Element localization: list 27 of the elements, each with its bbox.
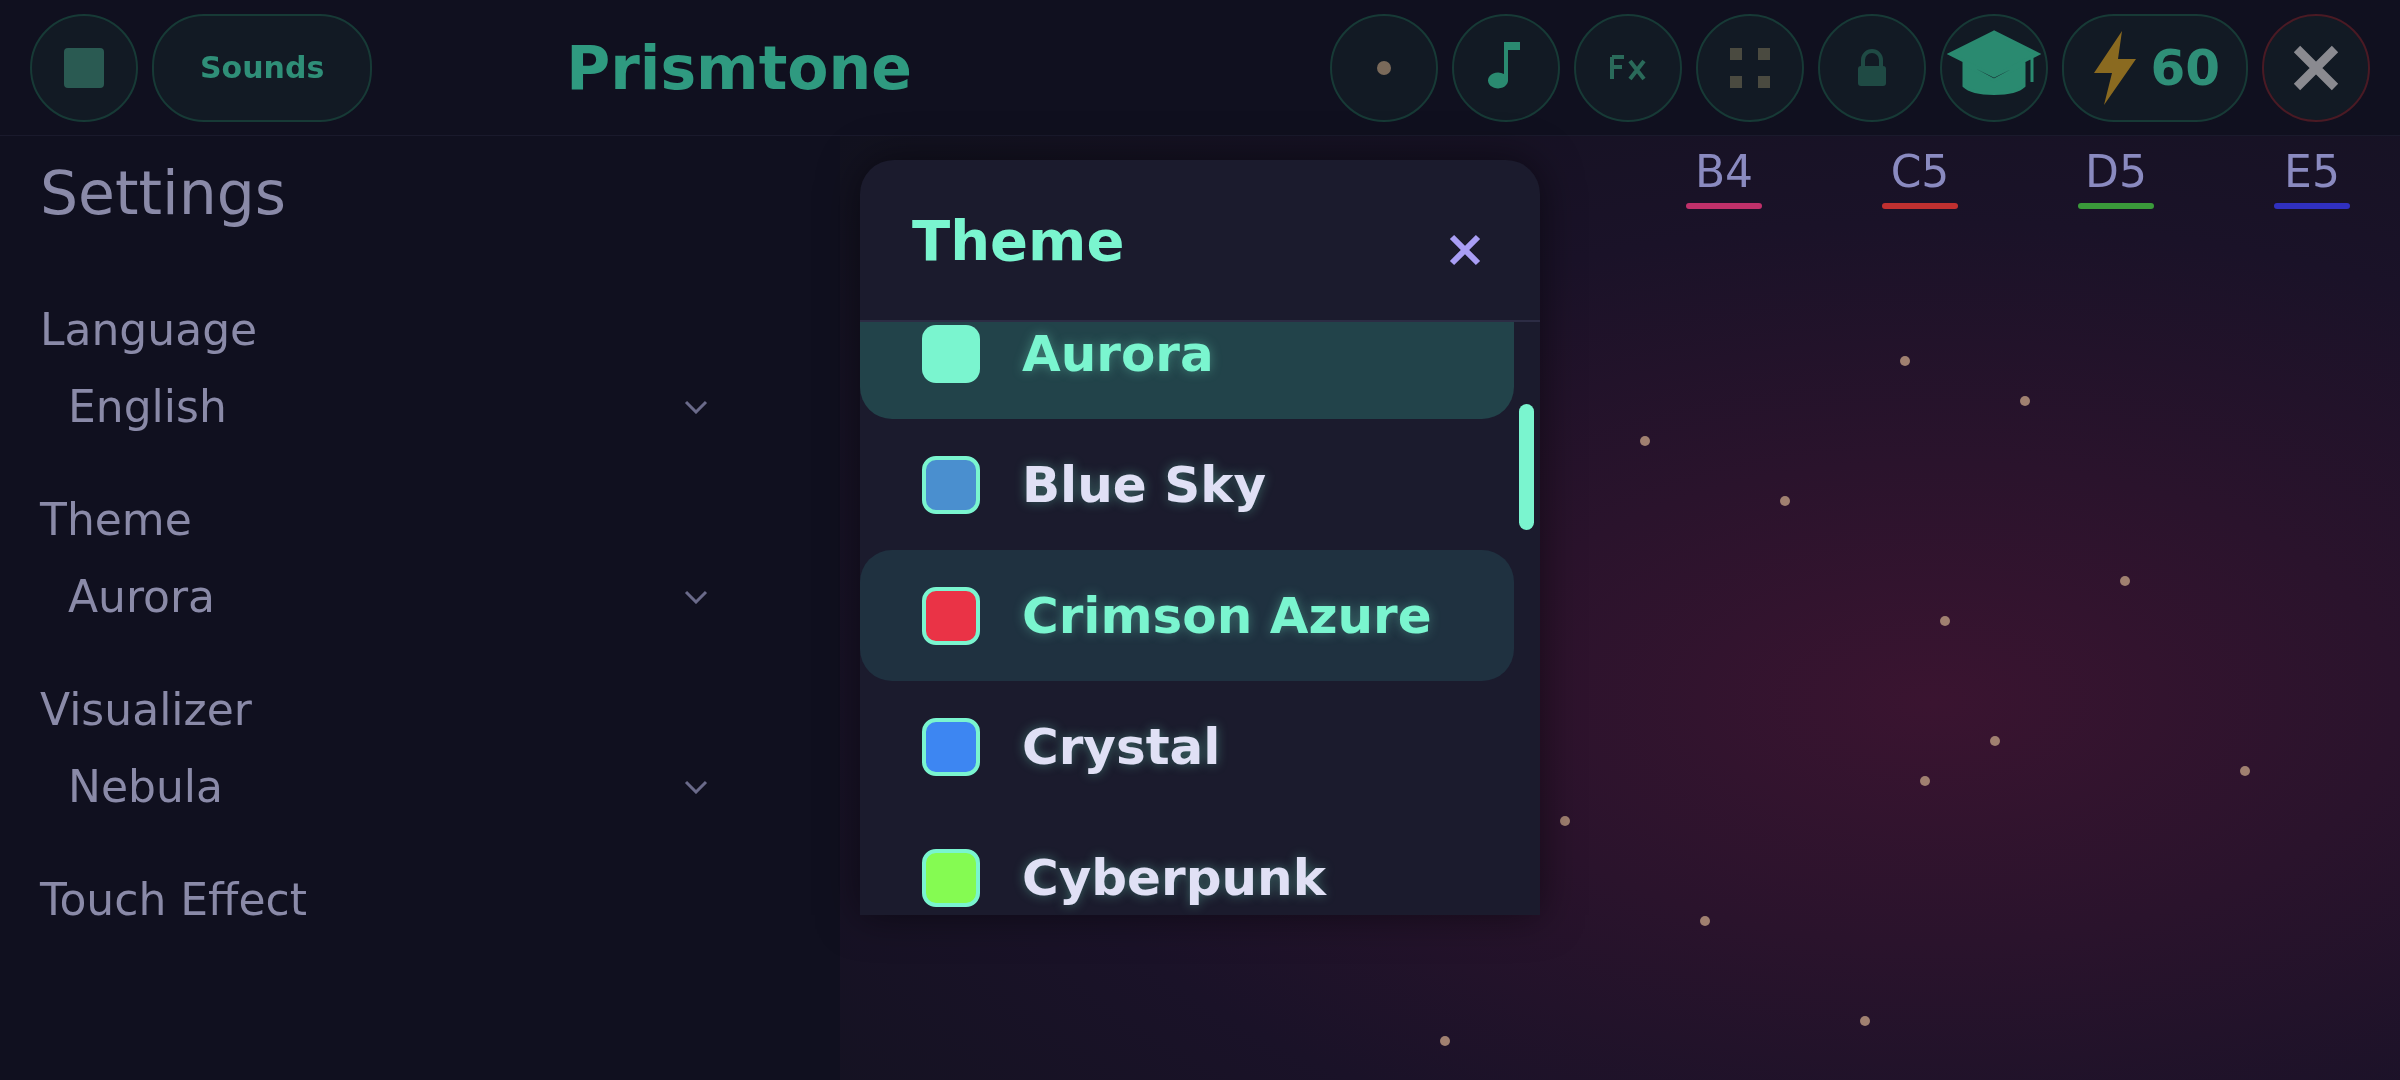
theme-option[interactable]: Crystal [860,681,1514,812]
app-title: Prismtone [566,32,913,103]
theme-option[interactable]: Crimson Azure [860,550,1514,681]
setting-dropdown[interactable]: Nebula [40,735,708,838]
setting-dropdown[interactable]: Aurora [40,545,708,648]
setting-dropdown[interactable]: English [40,355,708,458]
note-label: C5 [1890,146,1950,197]
sounds-button[interactable]: Sounds [152,13,373,122]
note-label: D5 [2085,146,2147,197]
setting-label: Language [40,304,258,355]
theme-option[interactable]: Cyberpunk [860,812,1514,915]
theme-name: Crystal [1022,717,1221,776]
settings-title: Settings [40,158,287,228]
theme-option[interactable]: Blue Sky [860,419,1514,550]
energy-counter[interactable]: 60 [2062,13,2248,122]
theme-name: Crimson Azure [1022,586,1432,645]
setting-label: Visualizer [40,684,252,735]
theme-option[interactable]: Aurora [860,322,1514,419]
theme-name: Aurora [1022,324,1214,383]
setting-label: Touch Effect [40,874,307,925]
energy-count: 60 [2150,38,2220,97]
note-label: E5 [2284,146,2340,197]
theme-name: Blue Sky [1022,455,1267,514]
theme-name: Cyberpunk [1022,848,1326,907]
note-label: B4 [1694,146,1754,197]
setting-label: Theme [40,494,192,545]
dialog-title: Theme [912,207,1125,273]
